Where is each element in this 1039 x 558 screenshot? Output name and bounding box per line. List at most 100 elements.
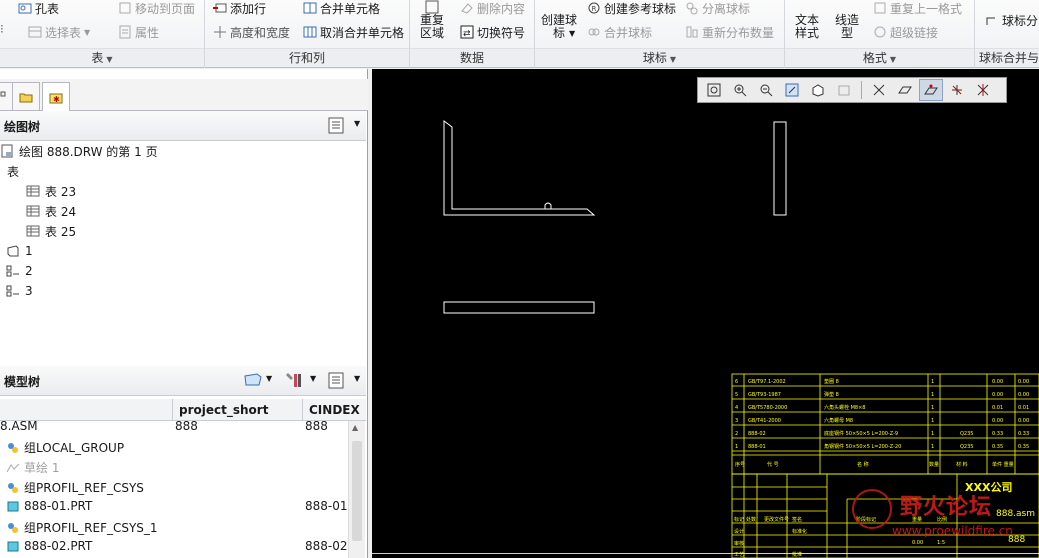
create-balloon-button[interactable]: 创建球 标 ▼: [541, 14, 577, 40]
drawing-tree-item[interactable]: 1: [6, 241, 33, 261]
drawing-tree-item[interactable]: 2: [6, 261, 33, 281]
column-divider[interactable]: [302, 399, 303, 421]
drawing-tree-item[interactable]: 3: [6, 281, 33, 301]
sketch-icon: [6, 463, 20, 472]
column-project-short[interactable]: project_short: [179, 403, 268, 417]
drawing-canvas[interactable]: 6 GB/T97.1-2002 垫圈 8 1 0.00 0.00 5 GB/T93-1987…: [372, 69, 1039, 558]
create-ref-balloon-button[interactable]: R 创建参考球标: [587, 0, 676, 18]
merge-cells-icon: [303, 2, 317, 14]
repeat-region-button[interactable]: 重复 区域: [420, 0, 444, 40]
hyperlink-button[interactable]: 超级链接: [873, 22, 938, 42]
add-row-icon: [213, 3, 227, 13]
properties-button[interactable]: 属性: [118, 22, 159, 42]
drawing-tree-item[interactable]: 表: [7, 161, 19, 181]
group-icon: [8, 482, 18, 493]
group-format-label[interactable]: 格式 ▼: [785, 48, 974, 66]
drawing-tree-item[interactable]: 表 24: [26, 201, 76, 221]
repeat-region-icon: [425, 0, 439, 14]
bom-table[interactable]: [731, 373, 1039, 475]
view-1[interactable]: [443, 120, 596, 216]
model-tree-row[interactable]: 组PROFIL_REF_CSYS_1: [0, 519, 348, 539]
add-row-button[interactable]: 添加行: [213, 0, 266, 18]
balloon-split-button[interactable]: 球标分: [985, 10, 1038, 30]
part-icon: [7, 501, 19, 512]
model-tree-row[interactable]: 组LOCAL_GROUP: [0, 439, 348, 459]
column-divider[interactable]: [172, 399, 173, 421]
model-tree-column-header: project_short CINDEX: [0, 399, 366, 421]
tree-settings-dropdown-icon[interactable]: ▼: [354, 119, 360, 128]
repeat-last-format-button[interactable]: 重复上一格式: [873, 0, 962, 18]
select-table-button[interactable]: 选择表 ▼: [28, 22, 90, 42]
move-to-page-button[interactable]: 移动到页面: [118, 0, 195, 18]
merge-cells-button[interactable]: 合并单元格: [303, 0, 380, 18]
show-icon[interactable]: [243, 372, 263, 388]
svg-text:处数: 处数: [746, 516, 756, 523]
group-balloons-label[interactable]: 球标 ▼: [535, 48, 784, 66]
watermark-url: www.proewildfire.cn: [892, 524, 1013, 538]
drawing-tree-item[interactable]: 绘图 888.DRW 的第 1 页: [0, 141, 158, 161]
model-tree-row[interactable]: 草绘 1: [0, 459, 348, 479]
view-icon: [7, 245, 19, 257]
model-tree-row[interactable]: 组PROFIL_REF_CSYS: [0, 479, 348, 499]
sheet-border-bottom: [372, 553, 1039, 554]
svg-text:1: 1: [931, 379, 934, 385]
merge-balloons-icon: [588, 28, 600, 36]
properties-icon: [119, 25, 131, 39]
model-tree-header: 模型树 ▼ ▼ ▼: [0, 366, 366, 396]
svg-text:签名: 签名: [792, 516, 802, 523]
svg-text:0.35: 0.35: [992, 444, 1003, 450]
svg-text:名 称: 名 称: [857, 461, 869, 468]
model-tree-scrollbar[interactable]: ▲: [348, 421, 365, 558]
delete-content-button[interactable]: 删除内容: [460, 0, 525, 18]
tree-settings-icon[interactable]: [328, 117, 348, 135]
scroll-up-icon[interactable]: ▲: [352, 423, 358, 432]
unmerge-cells-button[interactable]: 取消合并单元格: [303, 22, 404, 42]
view-2[interactable]: [773, 121, 787, 216]
group-table: 孔表 移动到页面 选择表 ▼ 属性 ⁝ 表 ▼: [0, 0, 205, 68]
ribbon: 孔表 移动到页面 选择表 ▼ 属性 ⁝ 表▼ 添加行 合并单元格 高度和宽度: [0, 0, 1039, 68]
tools-icon[interactable]: [285, 371, 305, 389]
svg-text:0.00: 0.00: [1018, 379, 1029, 385]
tab-folder-browser[interactable]: [12, 82, 40, 110]
model-tree-row[interactable]: 8.ASM 888 888: [0, 419, 348, 439]
group-icon: [8, 442, 18, 453]
drawing-tree-item[interactable]: 表 23: [26, 181, 76, 201]
detach-balloon-button[interactable]: 分离球标: [685, 0, 750, 18]
merge-balloons-button[interactable]: 合并球标: [587, 22, 652, 42]
move-page-icon: [119, 2, 131, 14]
model-tree-row[interactable]: 888-01.PRT 888-01: [0, 499, 348, 519]
hole-table-button[interactable]: 孔表: [18, 0, 59, 18]
scrollbar-thumb[interactable]: [352, 441, 362, 541]
model-tree-row[interactable]: 888-02.PRT 888-02: [0, 539, 348, 558]
svg-text:1: 1: [931, 418, 934, 424]
svg-text:0.01: 0.01: [992, 405, 1003, 411]
drawing-tree-title: 绘图树: [4, 120, 41, 134]
tools-dropdown-icon[interactable]: ▼: [310, 374, 316, 383]
svg-text:R: R: [592, 5, 597, 13]
redistribute-qty-button[interactable]: 重新分布数量: [685, 22, 774, 42]
svg-text:GB/T93-1987: GB/T93-1987: [748, 392, 781, 398]
line-style-button[interactable]: 线造 型: [835, 14, 859, 40]
tab-favorites[interactable]: ✱: [42, 82, 70, 112]
column-cindex[interactable]: CINDEX: [309, 403, 360, 417]
svg-text:4: 4: [735, 405, 738, 411]
svg-text:Q235: Q235: [960, 444, 973, 450]
drawing-tree-item[interactable]: 表 25: [26, 221, 76, 241]
unmerge-cells-icon: [303, 26, 317, 38]
svg-text:Q235: Q235: [960, 431, 973, 437]
svg-text:⇄: ⇄: [463, 29, 471, 39]
settings-icon[interactable]: [328, 372, 348, 390]
svg-text:单件 重量: 单件 重量: [992, 461, 1014, 468]
svg-text:3: 3: [735, 418, 738, 424]
settings-dropdown-icon[interactable]: ▼: [354, 374, 360, 383]
switch-symbol-button[interactable]: ⇄ 切换符号: [460, 22, 525, 42]
group-balloon-merge: 球标分 球标合并与: [975, 0, 1039, 68]
text-style-button[interactable]: 文本 样式: [795, 14, 819, 40]
balloon-split-icon: [986, 17, 995, 25]
view-3[interactable]: [443, 301, 595, 314]
show-dropdown-icon[interactable]: ▼: [266, 374, 272, 383]
hyperlink-icon: [874, 26, 886, 38]
height-width-button[interactable]: 高度和宽度: [213, 22, 290, 42]
group-table-label[interactable]: 表 ▼: [0, 48, 204, 66]
svg-text:0.00: 0.00: [1018, 392, 1029, 398]
